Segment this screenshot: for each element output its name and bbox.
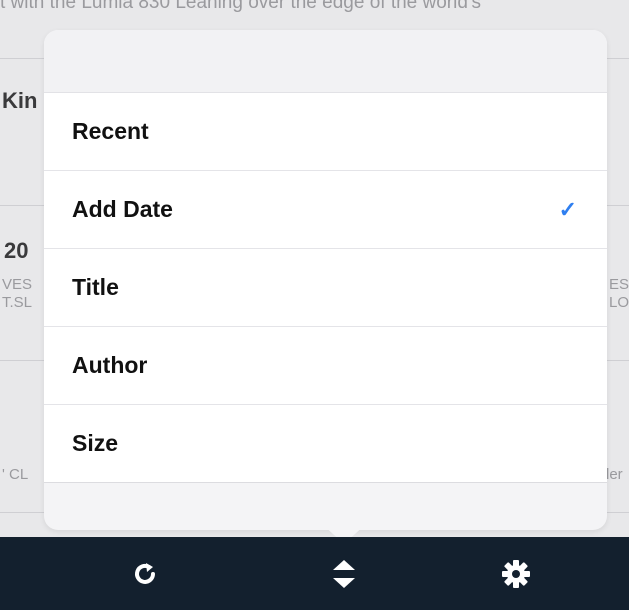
- sort-option-size[interactable]: Size: [44, 405, 607, 483]
- sort-popover: Recent Add Date ✓ Title Author Size: [44, 30, 607, 530]
- sort-option-label: Recent: [72, 118, 149, 144]
- sort-option-label: Title: [72, 274, 119, 300]
- sort-option-add-date[interactable]: Add Date ✓: [44, 171, 607, 249]
- sort-option-recent[interactable]: Recent: [44, 93, 607, 171]
- background-row-meta: LO: [609, 294, 629, 311]
- background-row-title: Kin: [2, 88, 38, 113]
- bottom-toolbar: [0, 537, 629, 610]
- settings-button[interactable]: [486, 537, 546, 610]
- refresh-icon: [135, 562, 155, 584]
- sort-option-author[interactable]: Author: [44, 327, 607, 405]
- background-row-meta: ler: [606, 466, 623, 483]
- sort-option-title[interactable]: Title: [44, 249, 607, 327]
- background-row-title: 20: [4, 238, 29, 263]
- sort-menu: Recent Add Date ✓ Title Author Size: [44, 93, 607, 483]
- sort-button[interactable]: [314, 537, 374, 610]
- background-row-meta: ES: [609, 276, 629, 293]
- popover-header: [44, 30, 607, 93]
- background-top-text: t with the Lumia 830 Leaning over the ed…: [0, 0, 482, 13]
- sort-icon: [333, 559, 355, 588]
- background-row-meta: T.SL: [2, 294, 33, 311]
- sort-option-label: Add Date: [72, 196, 173, 222]
- sort-option-label: Size: [72, 430, 119, 456]
- background-row-meta: VES: [2, 276, 33, 293]
- refresh-button[interactable]: [115, 537, 175, 610]
- gear-icon: [502, 559, 530, 588]
- checkmark-icon: ✓: [558, 196, 577, 222]
- sort-option-label: Author: [72, 352, 148, 378]
- background-row-meta: ' CL: [2, 466, 29, 483]
